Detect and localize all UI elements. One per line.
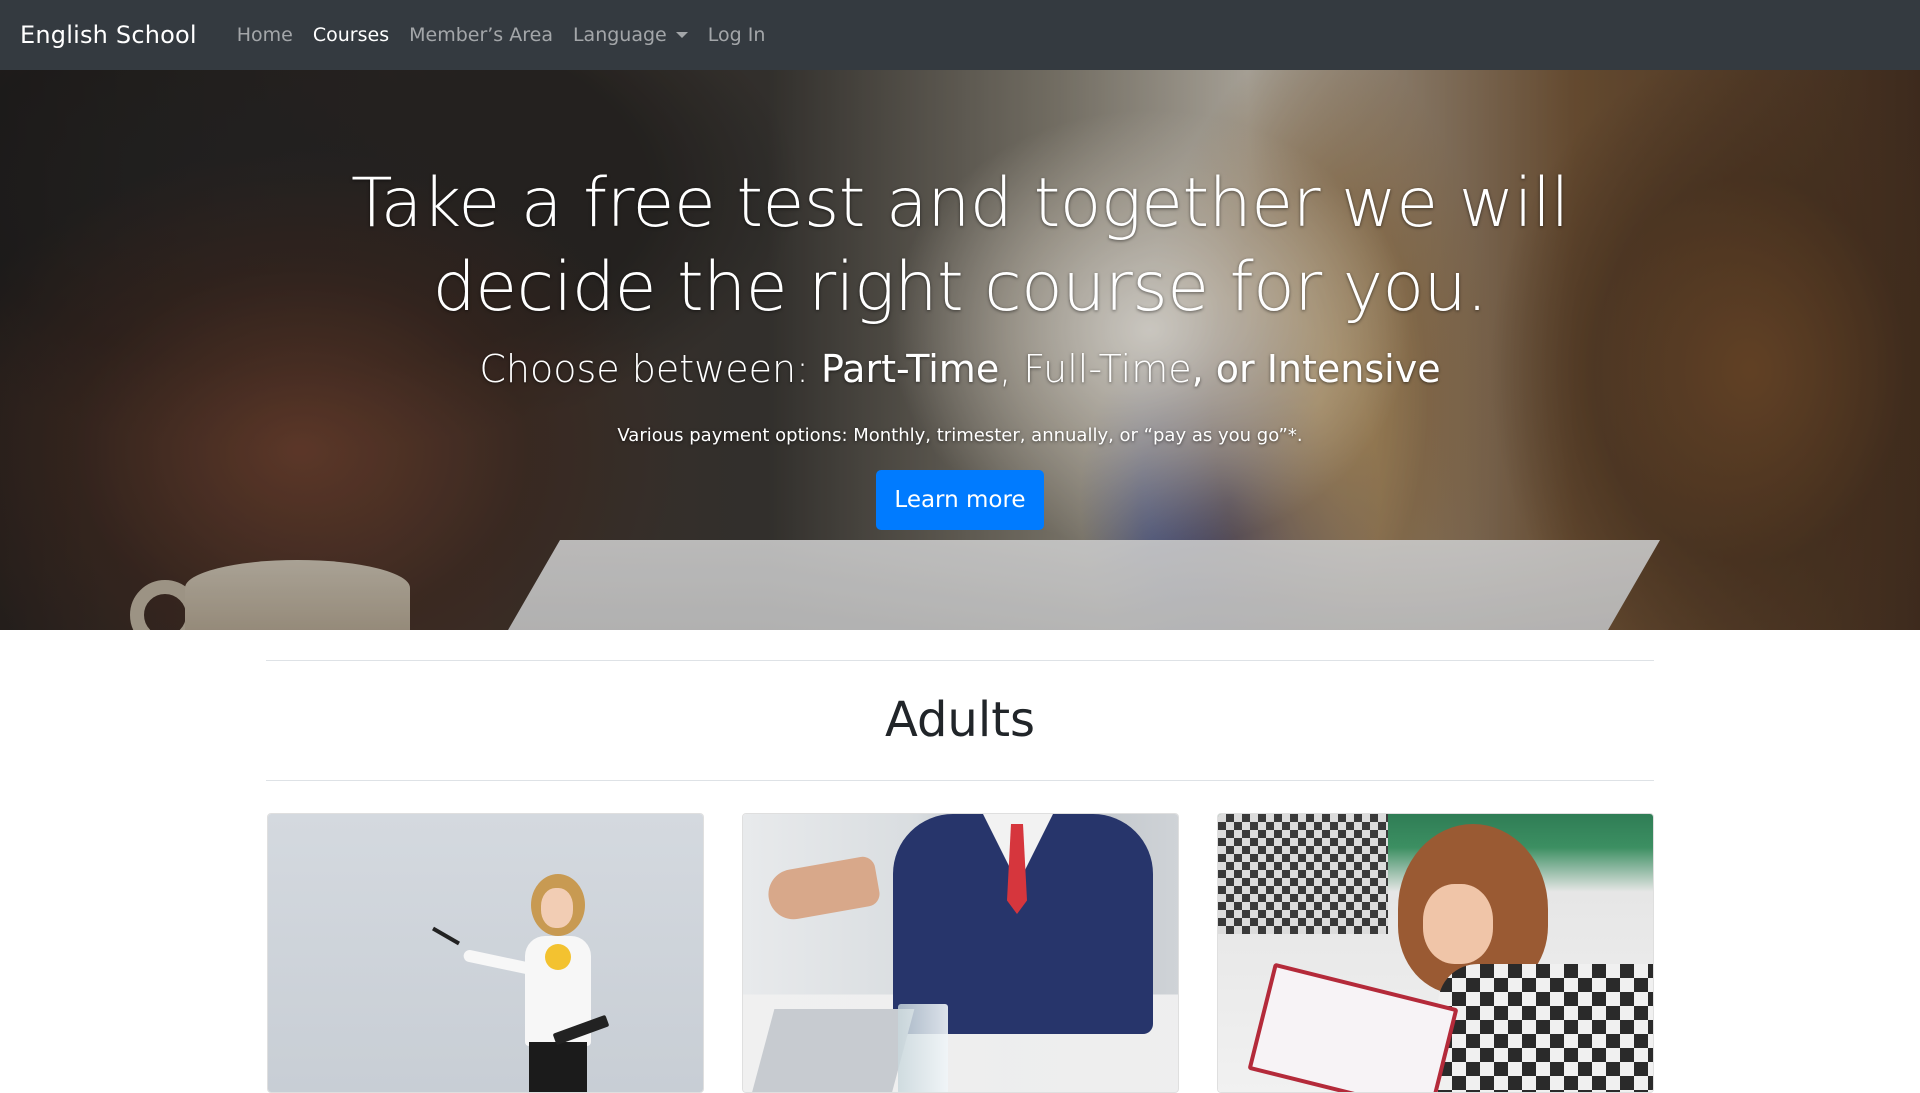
nav-courses[interactable]: Courses (303, 24, 399, 46)
course-card-student[interactable] (1217, 813, 1654, 1093)
divider-bottom (266, 780, 1654, 781)
course-card-presenter[interactable] (267, 813, 704, 1093)
hero-title: Take a free test and together we will de… (350, 164, 1570, 327)
hero-option-intensive: Intensive (1266, 347, 1441, 391)
course-card-business[interactable] (742, 813, 1179, 1093)
nav-links: Home Courses Member’s Area Language Log … (227, 24, 776, 46)
card-image-student (1218, 814, 1653, 1092)
nav-members-area[interactable]: Member’s Area (399, 24, 563, 46)
hero-content: Take a free test and together we will de… (0, 70, 1920, 630)
hero-subtitle-sep: , or (1191, 347, 1267, 391)
navbar: English School Home Courses Member’s Are… (0, 0, 1920, 70)
card-image-business (743, 814, 1178, 1092)
nav-login[interactable]: Log In (698, 24, 776, 46)
caret-down-icon (675, 32, 688, 38)
hero-subtitle-sep: , (999, 347, 1024, 391)
nav-language-label: Language (572, 24, 667, 46)
businessman-figure (893, 814, 1153, 1034)
divider-top (266, 660, 1654, 661)
laptop (751, 1009, 915, 1092)
hero-subtitle-prefix: Choose between: (479, 347, 821, 391)
hero-option-part-time: Part-Time (820, 347, 1000, 391)
nav-home[interactable]: Home (227, 24, 303, 46)
card-image-presenter (268, 814, 703, 1092)
hero-banner: Take a free test and together we will de… (0, 70, 1920, 630)
background-chair (1218, 814, 1388, 934)
hero-subtitle: Choose between: Part-Time, Full-Time, or… (0, 347, 1920, 391)
hero-option-full-time: Full-Time (1023, 347, 1192, 391)
brand-link[interactable]: English School (20, 21, 197, 49)
hand-gesture (764, 854, 882, 924)
student-face (1423, 884, 1493, 964)
hero-payment-note: Various payment options: Monthly, trimes… (617, 425, 1303, 446)
nav-language-dropdown[interactable]: Language (563, 24, 698, 46)
presenter-figure (432, 874, 610, 1092)
learn-more-button[interactable]: Learn more (876, 470, 1044, 530)
section-title: Adults (884, 692, 1036, 748)
student-shirt (1438, 964, 1653, 1092)
